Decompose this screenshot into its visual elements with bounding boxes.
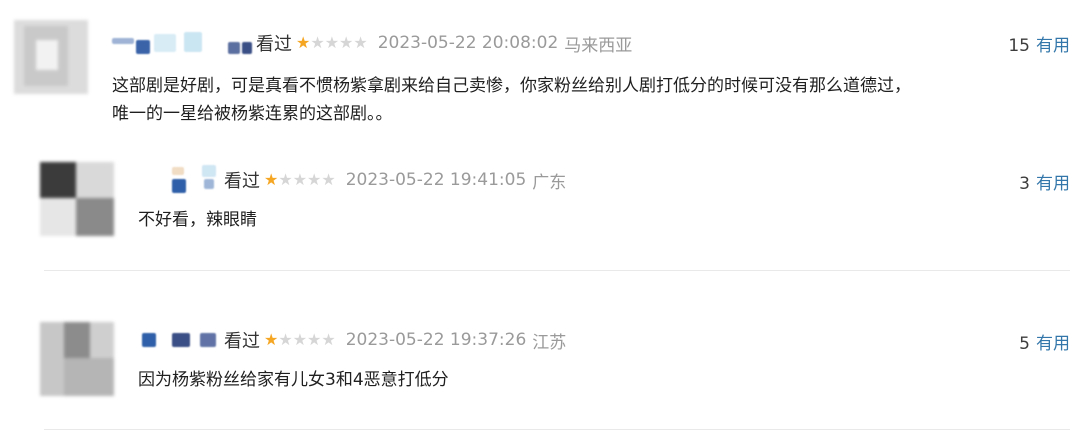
star-icon: ★ xyxy=(321,330,336,349)
star-icon: ★ xyxy=(324,33,340,52)
vote-useful-link[interactable]: 有用 xyxy=(1036,36,1070,56)
comment-meta: 看过 ★ ★ ★ ★ ★ 2023-05-22 19:37:26 江苏 xyxy=(142,327,566,353)
username-redacted[interactable] xyxy=(142,329,218,351)
star-icon: ★ xyxy=(292,330,308,349)
avatar[interactable] xyxy=(14,20,88,94)
star-icon: ★ xyxy=(264,170,279,189)
comment-content: 因为杨紫粉丝给家有儿女3和4恶意打低分 xyxy=(138,366,1038,394)
star-icon: ★ xyxy=(296,33,311,52)
star-icon: ★ xyxy=(307,170,322,189)
comment-location: 马来西亚 xyxy=(564,35,633,56)
useful-vote[interactable]: 3 有用 xyxy=(1019,169,1070,194)
divider xyxy=(44,429,1070,430)
vote-useful-link[interactable]: 有用 xyxy=(1036,334,1070,354)
comment-item: 看过 ★ ★ ★ ★ ★ 2023-05-22 20:08:02 马来西亚 15… xyxy=(0,0,1080,140)
comment-meta: 看过 ★ ★ ★ ★ ★ 2023-05-22 19:41:05 广东 xyxy=(172,165,567,193)
rating-stars: ★ ★ ★ ★ ★ xyxy=(264,332,336,348)
vote-count: 3 xyxy=(1019,174,1030,194)
rating-stars: ★ ★ ★ ★ ★ xyxy=(296,35,368,51)
useful-vote[interactable]: 5 有用 xyxy=(1019,329,1070,354)
comment-location: 江苏 xyxy=(532,332,567,353)
comment-meta: 看过 ★ ★ ★ ★ ★ 2023-05-22 20:08:02 马来西亚 xyxy=(112,30,632,56)
star-icon: ★ xyxy=(278,170,293,189)
useful-vote[interactable]: 15 有用 xyxy=(1008,31,1070,56)
avatar[interactable] xyxy=(40,322,114,396)
comment-line: 不好看，辣眼睛 xyxy=(138,210,257,230)
comment-line: 唯一的一星给被杨紫连累的这部剧。。 xyxy=(112,104,393,124)
avatar[interactable] xyxy=(40,162,114,236)
star-icon: ★ xyxy=(353,33,368,52)
watch-status: 看过 xyxy=(224,171,260,192)
vote-count: 5 xyxy=(1019,334,1030,354)
username-redacted[interactable] xyxy=(172,165,218,193)
rating-stars: ★ ★ ★ ★ ★ xyxy=(264,172,336,188)
star-icon: ★ xyxy=(278,330,293,349)
star-icon: ★ xyxy=(321,170,336,189)
comment-line: 因为杨紫粉丝给家有儿女3和4恶意打低分 xyxy=(138,370,449,390)
star-icon: ★ xyxy=(339,33,354,52)
username-redacted[interactable] xyxy=(112,32,252,54)
comment-line: 这部剧是好剧，可是真看不惯杨紫拿剧来给自己卖惨，你家粉丝给别人剧打低分的时候可没… xyxy=(112,76,911,96)
comment-time: 2023-05-22 19:37:26 xyxy=(345,330,527,350)
vote-useful-link[interactable]: 有用 xyxy=(1036,174,1070,194)
comment-item: 看过 ★ ★ ★ ★ ★ 2023-05-22 19:37:26 江苏 5 有用 … xyxy=(0,310,1080,433)
watch-status: 看过 xyxy=(224,331,260,352)
star-icon: ★ xyxy=(292,170,308,189)
vote-count: 15 xyxy=(1008,36,1030,56)
comment-content: 不好看，辣眼睛 xyxy=(138,206,1038,234)
star-icon: ★ xyxy=(307,330,322,349)
watch-status: 看过 xyxy=(256,34,292,55)
comment-time: 2023-05-22 20:08:02 xyxy=(377,33,559,53)
comment-content: 这部剧是好剧，可是真看不惯杨紫拿剧来给自己卖惨，你家粉丝给别人剧打低分的时候可没… xyxy=(112,72,1062,128)
comment-time: 2023-05-22 19:41:05 xyxy=(345,170,527,190)
comment-location: 广东 xyxy=(532,172,567,193)
comment-item: 看过 ★ ★ ★ ★ ★ 2023-05-22 19:41:05 广东 3 有用 … xyxy=(0,150,1080,280)
divider xyxy=(44,270,1070,271)
comments-page: { "comments": [ { "status": "看过", "ratin… xyxy=(0,0,1080,433)
star-icon: ★ xyxy=(310,33,325,52)
star-icon: ★ xyxy=(264,330,279,349)
